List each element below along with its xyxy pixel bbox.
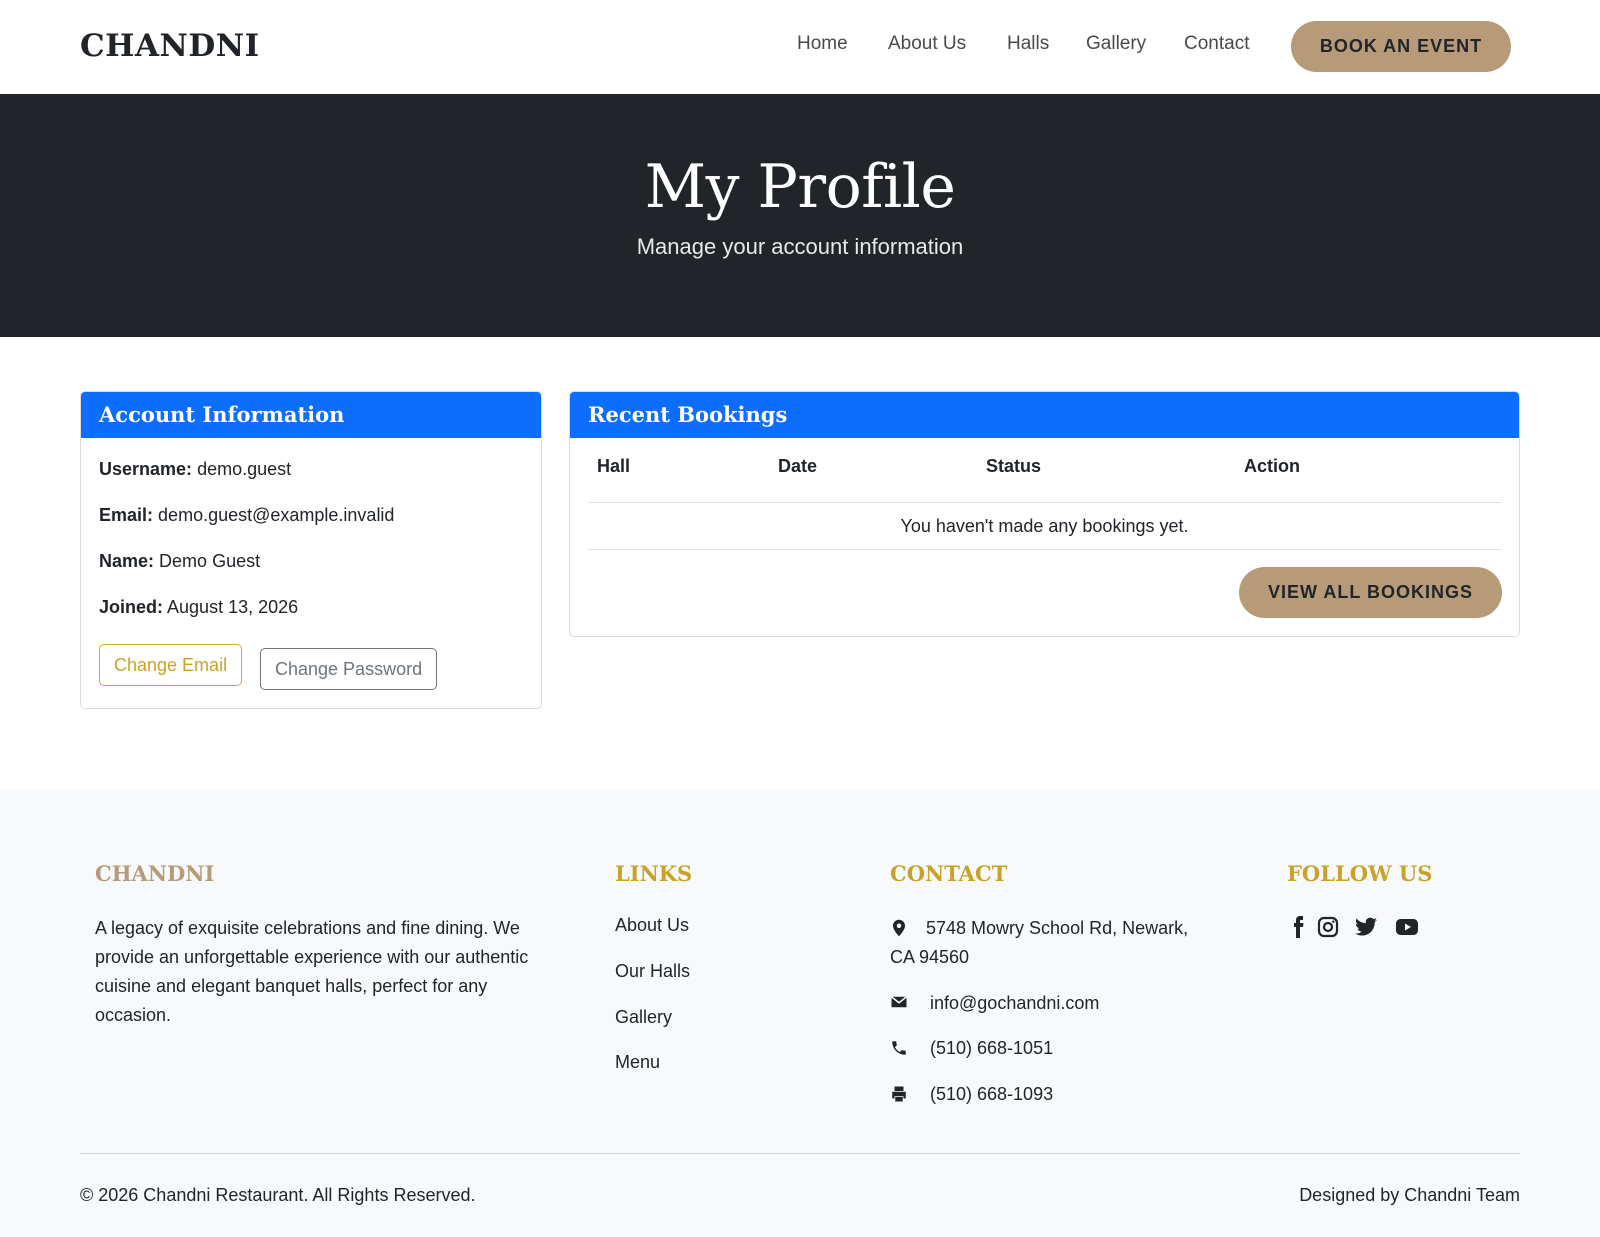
footer-divider (80, 1153, 1520, 1154)
account-card-header: Account Information (81, 392, 541, 438)
nav-link-halls[interactable]: Halls (1007, 33, 1049, 55)
youtube-icon[interactable] (1395, 915, 1419, 939)
footer-brand-title: CHANDNI (95, 861, 215, 886)
brand-logo[interactable]: CHANDNI (80, 28, 260, 64)
phone-icon (892, 1041, 906, 1055)
navbar: CHANDNI Home About Us Halls Gallery Cont… (0, 0, 1600, 94)
nav-link-contact[interactable]: Contact (1184, 33, 1249, 55)
book-event-button[interactable]: BOOK AN EVENT (1291, 21, 1511, 72)
footer-email[interactable]: info@gochandni.com (930, 989, 1099, 1018)
column-header-status: Status (986, 456, 1042, 476)
email-label: Email: (99, 505, 154, 525)
column-header-action: Action (1244, 456, 1300, 476)
page-subtitle: Manage your account information (636, 234, 964, 259)
footer-link-about[interactable]: About Us (615, 915, 689, 936)
table-divider (588, 549, 1501, 550)
name-row: Name: Demo Guest (99, 551, 260, 572)
joined-row: Joined: August 13, 2026 (99, 597, 298, 618)
footer-phone[interactable]: (510) 668-1051 (930, 1034, 1053, 1063)
footer-follow-title: FOLLOW US (1287, 861, 1433, 886)
empty-bookings-message: You haven't made any bookings yet. (900, 516, 1189, 536)
nav-link-about[interactable]: About Us (888, 33, 966, 55)
envelope-icon (891, 996, 907, 1008)
fax-icon (892, 1086, 906, 1102)
change-password-button[interactable]: Change Password (260, 648, 438, 690)
hero-banner: My Profile Manage your account informati… (0, 94, 1600, 337)
recent-bookings-card: Recent Bookings Hall Date Status Action … (569, 391, 1520, 637)
copyright-text: © 2026 Chandni Restaurant. All Rights Re… (80, 1185, 476, 1205)
column-header-date: Date (778, 456, 818, 476)
map-marker-icon (893, 919, 905, 937)
username-label: Username: (99, 459, 193, 479)
footer-link-gallery[interactable]: Gallery (615, 1007, 672, 1028)
footer-address-line2: CA 94560 (890, 947, 970, 967)
footer: CHANDNI A legacy of exquisite celebratio… (0, 789, 1600, 1237)
page-title: My Profile (644, 152, 956, 222)
footer-address-line1: 5748 Mowry School Rd, Newark, (926, 918, 1189, 938)
email-value: demo.guest@example.invalid (158, 505, 395, 525)
bookings-card-header: Recent Bookings (570, 392, 1519, 438)
footer-link-menu[interactable]: Menu (615, 1052, 660, 1073)
footer-contact-title: CONTACT (890, 861, 1008, 886)
column-header-hall: Hall (597, 456, 631, 476)
designed-by-text: Designed by Chandni Team (1299, 1185, 1520, 1205)
email-row: Email: demo.guest@example.invalid (99, 505, 394, 526)
change-email-button[interactable]: Change Email (99, 644, 243, 686)
instagram-icon[interactable] (1316, 915, 1340, 939)
twitter-icon[interactable] (1354, 915, 1378, 939)
name-value: Demo Guest (159, 551, 261, 571)
table-divider (588, 502, 1501, 503)
footer-fax: (510) 668-1093 (930, 1084, 1054, 1104)
footer-links-title: LINKS (615, 861, 693, 886)
nav-link-home[interactable]: Home (797, 33, 848, 55)
username-row: Username: demo.guest (99, 459, 291, 480)
username-value: demo.guest (197, 459, 292, 479)
facebook-icon[interactable] (1286, 915, 1310, 939)
footer-link-halls[interactable]: Our Halls (615, 961, 690, 982)
name-label: Name: (99, 551, 155, 571)
nav-link-gallery[interactable]: Gallery (1086, 33, 1146, 55)
joined-value: August 13, 2026 (167, 597, 299, 617)
view-all-bookings-button[interactable]: VIEW ALL BOOKINGS (1239, 567, 1502, 618)
footer-about-text: A legacy of exquisite celebrations and f… (95, 918, 529, 1025)
account-info-card: Account Information Username: demo.guest… (80, 391, 542, 709)
joined-label: Joined: (99, 597, 164, 617)
